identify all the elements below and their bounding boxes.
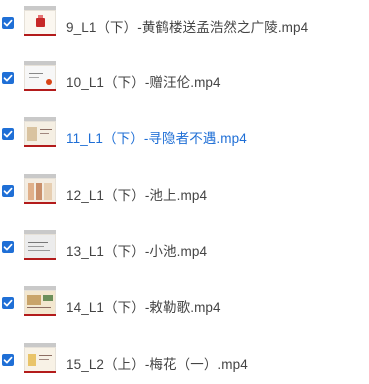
check-icon xyxy=(3,130,13,138)
file-name[interactable]: 9_L1（下）-黄鹤楼送孟浩然之广陵.mp4 xyxy=(66,16,308,36)
check-icon xyxy=(3,243,13,251)
video-thumbnail-icon xyxy=(24,6,56,40)
video-thumbnail-icon xyxy=(24,61,56,95)
row-checkbox[interactable] xyxy=(2,185,14,197)
video-thumbnail-icon xyxy=(24,343,56,377)
row-checkbox[interactable] xyxy=(2,241,14,253)
check-icon xyxy=(3,299,13,307)
file-row[interactable]: 15_L2（上）-梅花（一）.mp4 xyxy=(0,341,369,381)
file-name[interactable]: 10_L1（下）-赠汪伦.mp4 xyxy=(66,71,221,91)
file-row[interactable]: 11_L1（下）-寻隐者不遇.mp4 xyxy=(0,115,369,155)
row-checkbox[interactable] xyxy=(2,72,14,84)
video-thumbnail-icon xyxy=(24,174,56,208)
file-row[interactable]: 10_L1（下）-赠汪伦.mp4 xyxy=(0,59,369,99)
file-name[interactable]: 11_L1（下）-寻隐者不遇.mp4 xyxy=(66,127,247,147)
file-row[interactable]: 14_L1（下）-敕勒歌.mp4 xyxy=(0,284,369,324)
file-name[interactable]: 15_L2（上）-梅花（一）.mp4 xyxy=(66,353,248,373)
video-thumbnail-icon xyxy=(24,117,56,151)
row-checkbox[interactable] xyxy=(2,297,14,309)
file-name[interactable]: 14_L1（下）-敕勒歌.mp4 xyxy=(66,296,221,316)
file-name[interactable]: 13_L1（下）-小池.mp4 xyxy=(66,240,207,260)
file-name[interactable]: 12_L1（下）-池上.mp4 xyxy=(66,184,207,204)
file-row[interactable]: 12_L1（下）-池上.mp4 xyxy=(0,172,369,212)
row-checkbox[interactable] xyxy=(2,128,14,140)
check-icon xyxy=(3,19,13,27)
file-row[interactable]: 13_L1（下）-小池.mp4 xyxy=(0,228,369,268)
file-list: 9_L1（下）-黄鹤楼送孟浩然之广陵.mp4 10_L1（下）-赠汪伦.mp4 xyxy=(0,0,369,384)
check-icon xyxy=(3,74,13,82)
file-row[interactable]: 9_L1（下）-黄鹤楼送孟浩然之广陵.mp4 xyxy=(0,4,369,44)
video-thumbnail-icon xyxy=(24,286,56,320)
check-icon xyxy=(3,187,13,195)
row-checkbox[interactable] xyxy=(2,354,14,366)
check-icon xyxy=(3,356,13,364)
video-thumbnail-icon xyxy=(24,230,56,264)
row-checkbox[interactable] xyxy=(2,17,14,29)
